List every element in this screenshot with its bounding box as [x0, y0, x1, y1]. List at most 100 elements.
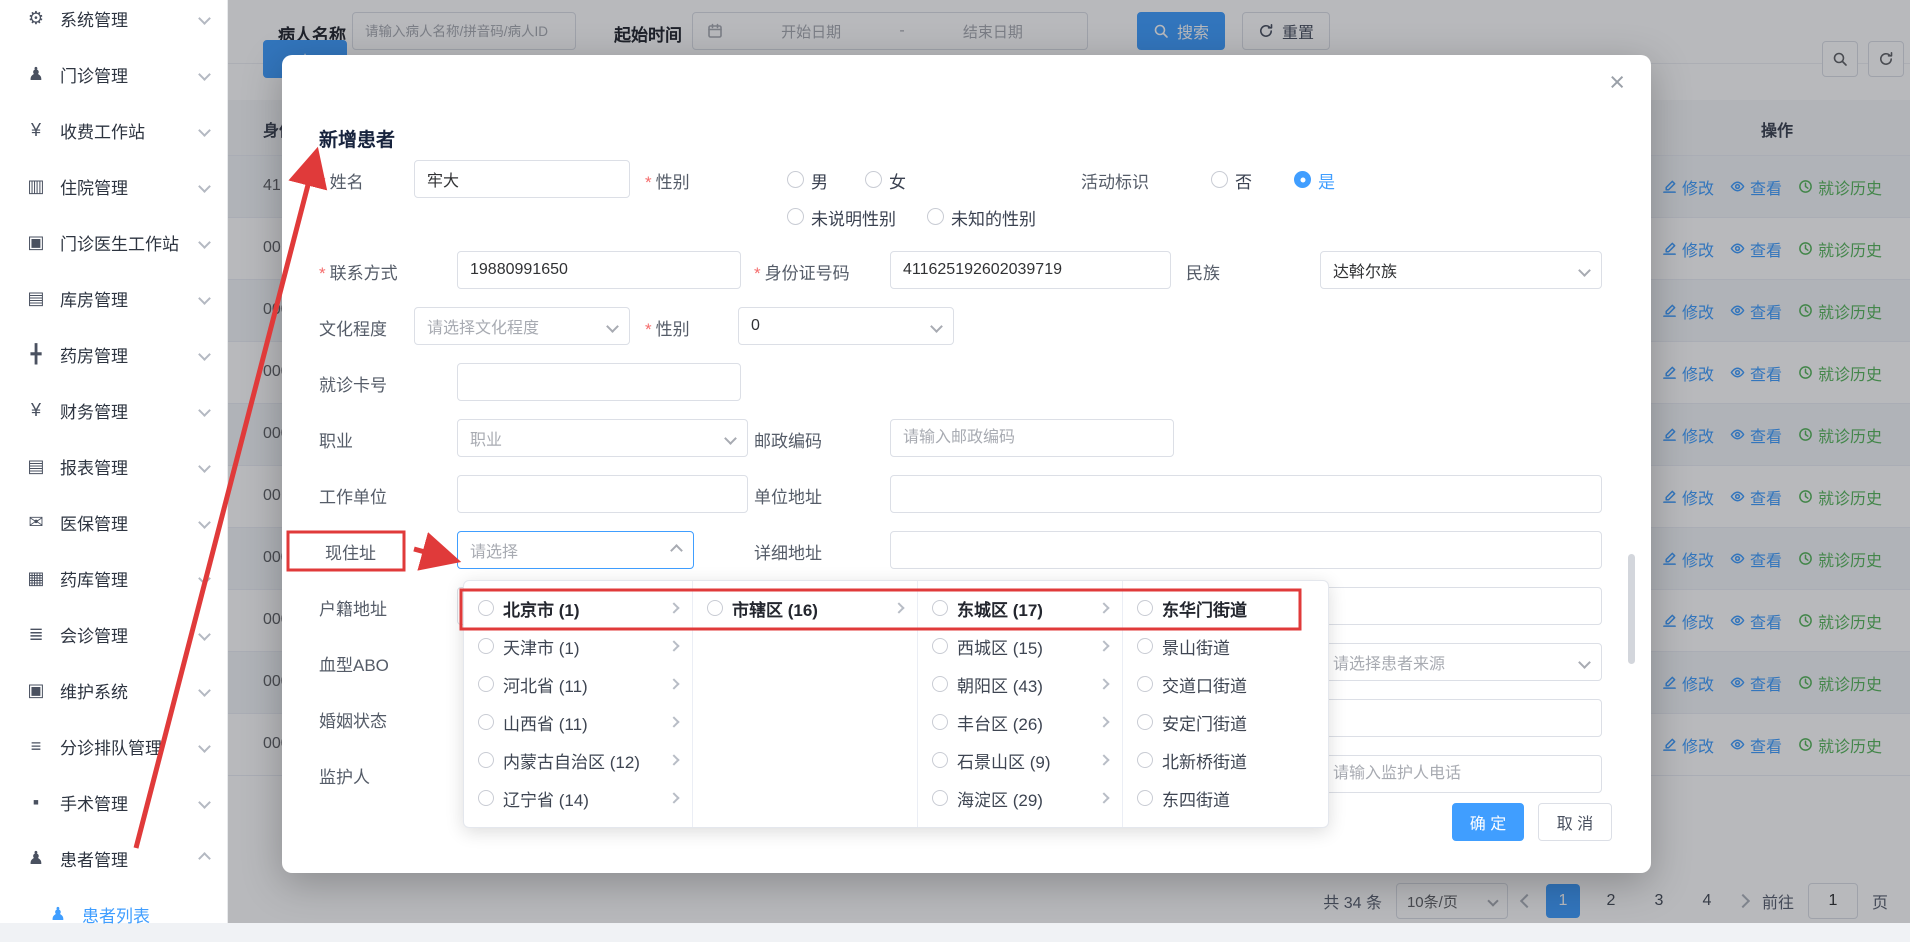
- current-address-select[interactable]: 请选择: [457, 531, 694, 569]
- radio-icon[interactable]: [1137, 638, 1153, 654]
- radio-icon[interactable]: [1137, 600, 1153, 616]
- cascader-option-dongcheng[interactable]: 东城区 (17): [918, 589, 1122, 627]
- gender-female-option[interactable]: 女: [889, 168, 906, 193]
- cascader-option-shanxi[interactable]: 山西省 (11): [464, 703, 692, 741]
- cascader-option-hebei[interactable]: 河北省 (11): [464, 665, 692, 703]
- radio-icon[interactable]: [1137, 752, 1153, 768]
- radio-icon[interactable]: [1137, 790, 1153, 806]
- chevron-right-icon: [1098, 640, 1109, 651]
- name-input[interactable]: [414, 160, 630, 198]
- chevron-down-icon: [198, 236, 211, 249]
- cascader-option-chaoyang[interactable]: 朝阳区 (43): [918, 665, 1122, 703]
- sidebar-item-charging-workstation[interactable]: ¥收费工作站: [0, 102, 227, 158]
- radio-icon[interactable]: [932, 676, 948, 692]
- sidebar-item-inpatient-mgmt[interactable]: ▥住院管理: [0, 158, 227, 214]
- id-card-input[interactable]: [890, 251, 1171, 289]
- radio-icon[interactable]: [478, 638, 494, 654]
- gender-female-radio[interactable]: [865, 171, 882, 188]
- sidebar-item-outpatient-doctor-workstation[interactable]: ▣门诊医生工作站: [0, 214, 227, 270]
- radio-icon[interactable]: [478, 752, 494, 768]
- cascader-option-donghuamen[interactable]: 东华门街道: [1123, 589, 1329, 627]
- guardian-phone-input[interactable]: [1320, 755, 1602, 793]
- education-select[interactable]: 请选择文化程度: [414, 307, 630, 345]
- cascader-option-liaoning[interactable]: 辽宁省 (14): [464, 779, 692, 817]
- sidebar-item-outpatient-mgmt[interactable]: ♟门诊管理: [0, 46, 227, 102]
- contact-input[interactable]: [457, 251, 741, 289]
- archive-icon: ▦: [24, 568, 48, 589]
- cascader-option-shijingshan[interactable]: 石景山区 (9): [918, 741, 1122, 779]
- radio-icon[interactable]: [478, 714, 494, 730]
- gender-unknown-radio[interactable]: [927, 208, 944, 225]
- report-icon: ▤: [24, 456, 48, 477]
- cascader-option-jiaodaokou[interactable]: 交道口街道: [1123, 665, 1329, 703]
- chevron-down-icon: [198, 740, 211, 753]
- radio-icon[interactable]: [932, 714, 948, 730]
- sidebar-item-warehouse-mgmt[interactable]: ▤库房管理: [0, 270, 227, 326]
- sidebar-item-patient-mgmt[interactable]: ♟患者管理: [0, 830, 227, 886]
- occupation-select[interactable]: 职业: [457, 419, 748, 457]
- sidebar-item-consultation-mgmt[interactable]: ≣会诊管理: [0, 606, 227, 662]
- sidebar-item-system-mgmt[interactable]: ⚙系统管理: [0, 0, 227, 46]
- postcode-input[interactable]: [890, 419, 1174, 457]
- gender-male-option[interactable]: 男: [811, 168, 828, 193]
- radio-icon[interactable]: [707, 600, 723, 616]
- radio-icon[interactable]: [932, 790, 948, 806]
- gender-unstated-radio[interactable]: [787, 208, 804, 225]
- chevron-down-icon: [198, 180, 211, 193]
- cascader-option-tianjin[interactable]: 天津市 (1): [464, 627, 692, 665]
- sidebar-item-finance-mgmt[interactable]: ¥财务管理: [0, 382, 227, 438]
- active-no-radio[interactable]: [1211, 171, 1228, 188]
- gender-unstated-option[interactable]: 未说明性别: [811, 205, 896, 230]
- modal-scrollbar[interactable]: [1628, 554, 1635, 664]
- unit-address-input[interactable]: [890, 475, 1602, 513]
- radio-icon[interactable]: [478, 790, 494, 806]
- chevron-right-icon: [893, 602, 904, 613]
- radio-icon[interactable]: [478, 676, 494, 692]
- gender2-select[interactable]: 0: [738, 307, 954, 345]
- sidebar-item-drug-storage-mgmt[interactable]: ▦药库管理: [0, 550, 227, 606]
- active-yes-radio[interactable]: [1294, 171, 1311, 188]
- confirm-button[interactable]: 确 定: [1452, 803, 1524, 841]
- sidebar-item-maintenance-system[interactable]: ▣维护系统: [0, 662, 227, 718]
- cascader-option-andingmen[interactable]: 安定门街道: [1123, 703, 1329, 741]
- gender-unknown-option[interactable]: 未知的性别: [951, 205, 1036, 230]
- cascader-option-shixiaqu[interactable]: 市辖区 (16): [693, 589, 917, 627]
- radio-icon[interactable]: [932, 600, 948, 616]
- sidebar-item-triage-queue-mgmt[interactable]: ≡分诊排队管理: [0, 718, 227, 774]
- chevron-down-icon: [198, 460, 211, 473]
- gender-male-radio[interactable]: [787, 171, 804, 188]
- work-unit-input[interactable]: [457, 475, 748, 513]
- sidebar-item-pharmacy-mgmt[interactable]: ╋药房管理: [0, 326, 227, 382]
- cascader-option-xicheng[interactable]: 西城区 (15): [918, 627, 1122, 665]
- cascader-option-fengtai[interactable]: 丰台区 (26): [918, 703, 1122, 741]
- cascader-option-dongsi[interactable]: 东四街道: [1123, 779, 1329, 817]
- patient-source-select[interactable]: 请选择患者来源: [1320, 643, 1602, 681]
- active-no-option[interactable]: 否: [1235, 168, 1252, 193]
- radio-icon[interactable]: [478, 600, 494, 616]
- cascader-option-beixinqiao[interactable]: 北新桥街道: [1123, 741, 1329, 779]
- sidebar-item-report-mgmt[interactable]: ▤报表管理: [0, 438, 227, 494]
- nation-select[interactable]: 达斡尔族: [1320, 251, 1602, 289]
- chart-icon: ▥: [24, 176, 48, 197]
- sidebar-item-medical-insurance-mgmt[interactable]: ✉医保管理: [0, 494, 227, 550]
- close-icon[interactable]: ×: [1609, 69, 1625, 96]
- cascader-option-neimenggu[interactable]: 内蒙古自治区 (12): [464, 741, 692, 779]
- modal-title: 新增患者: [319, 125, 395, 152]
- cancel-button[interactable]: 取 消: [1538, 803, 1612, 841]
- cascader-option-jingshan[interactable]: 景山街道: [1123, 627, 1329, 665]
- radio-icon[interactable]: [1137, 714, 1153, 730]
- radio-icon[interactable]: [932, 638, 948, 654]
- sidebar-item-patient-list[interactable]: ♟患者列表: [0, 886, 227, 942]
- radio-icon[interactable]: [932, 752, 948, 768]
- radio-icon[interactable]: [1137, 676, 1153, 692]
- visit-card-input[interactable]: [457, 363, 741, 401]
- chevron-down-icon: [198, 292, 211, 305]
- cascader-option-haidian[interactable]: 海淀区 (29): [918, 779, 1122, 817]
- active-yes-option[interactable]: 是: [1318, 168, 1335, 193]
- sidebar-item-surgery-mgmt[interactable]: ▪手术管理: [0, 774, 227, 830]
- active-flag-label: 活动标识: [1081, 168, 1149, 193]
- cascader-option-beijing[interactable]: 北京市 (1): [464, 589, 692, 627]
- chevron-right-icon: [668, 792, 679, 803]
- detail-address-input[interactable]: [890, 531, 1602, 569]
- marital-right-input[interactable]: [1320, 699, 1602, 737]
